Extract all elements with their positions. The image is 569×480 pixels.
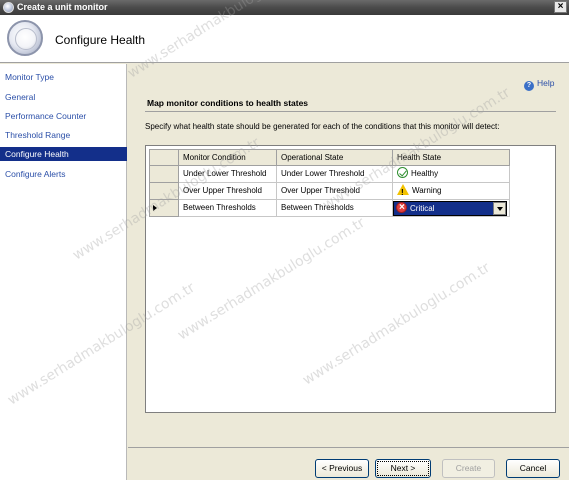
nav-item-threshold-range[interactable]: Threshold Range bbox=[0, 128, 127, 142]
nav-item-general[interactable]: General bbox=[0, 90, 127, 104]
cell-operational-state: Between Thresholds bbox=[277, 200, 393, 217]
create-button[interactable]: Create bbox=[442, 459, 495, 478]
cell-health-state[interactable]: Healthy bbox=[393, 166, 510, 183]
cell-monitor-condition: Over Upper Threshold bbox=[179, 183, 277, 200]
health-state-selected-value: Critical bbox=[410, 204, 435, 213]
cell-operational-state: Under Lower Threshold bbox=[277, 166, 393, 183]
health-state-label: Healthy bbox=[411, 169, 439, 178]
row-selector-current[interactable] bbox=[149, 200, 179, 217]
previous-button[interactable]: < Previous bbox=[315, 459, 369, 478]
window-title: Create a unit monitor bbox=[17, 2, 108, 12]
help-icon: ? bbox=[524, 81, 534, 91]
row-selector[interactable] bbox=[149, 183, 179, 200]
app-icon bbox=[3, 2, 14, 13]
section-title: Map monitor conditions to health states bbox=[147, 98, 309, 108]
cell-health-state[interactable]: Warning bbox=[393, 183, 510, 201]
grid-corner-header bbox=[149, 149, 179, 166]
row-selector[interactable] bbox=[149, 166, 179, 183]
cell-monitor-condition: Between Thresholds bbox=[179, 200, 277, 217]
section-description: Specify what health state should be gene… bbox=[145, 122, 500, 131]
page-title: Configure Health bbox=[55, 33, 146, 47]
healthy-check-icon bbox=[397, 167, 408, 178]
wizard-orb-icon bbox=[7, 20, 43, 56]
critical-x-icon bbox=[396, 201, 407, 214]
cell-health-state: Critical bbox=[393, 200, 510, 217]
cancel-button[interactable]: Cancel bbox=[506, 459, 560, 478]
footer-divider bbox=[128, 447, 569, 448]
warning-triangle-icon bbox=[397, 184, 409, 201]
nav-item-configure-health[interactable]: Configure Health bbox=[0, 147, 127, 161]
section-divider bbox=[145, 111, 556, 112]
help-label: Help bbox=[537, 78, 555, 88]
health-state-label: Warning bbox=[412, 186, 442, 195]
column-header-monitor-condition[interactable]: Monitor Condition bbox=[179, 149, 277, 166]
close-icon[interactable]: × bbox=[554, 1, 567, 13]
next-button[interactable]: Next > bbox=[375, 459, 431, 478]
nav-item-configure-alerts[interactable]: Configure Alerts bbox=[0, 167, 127, 181]
health-state-dropdown[interactable]: Critical bbox=[393, 201, 507, 216]
wizard-nav: Monitor Type General Performance Counter… bbox=[0, 64, 127, 480]
page-header: Configure Health bbox=[0, 15, 569, 63]
column-header-operational-state[interactable]: Operational State bbox=[277, 149, 393, 166]
current-row-arrow-icon bbox=[153, 205, 157, 211]
cell-monitor-condition: Under Lower Threshold bbox=[179, 166, 277, 183]
title-bar: Create a unit monitor × bbox=[0, 0, 569, 15]
chevron-down-icon[interactable] bbox=[493, 202, 506, 215]
cell-operational-state: Over Upper Threshold bbox=[277, 183, 393, 200]
help-link[interactable]: ? Help bbox=[524, 78, 554, 91]
health-mapping-grid: Monitor Condition Operational State Heal… bbox=[145, 145, 556, 413]
nav-item-performance-counter[interactable]: Performance Counter bbox=[0, 109, 127, 123]
nav-item-monitor-type[interactable]: Monitor Type bbox=[0, 70, 127, 84]
column-header-health-state[interactable]: Health State bbox=[393, 149, 510, 166]
